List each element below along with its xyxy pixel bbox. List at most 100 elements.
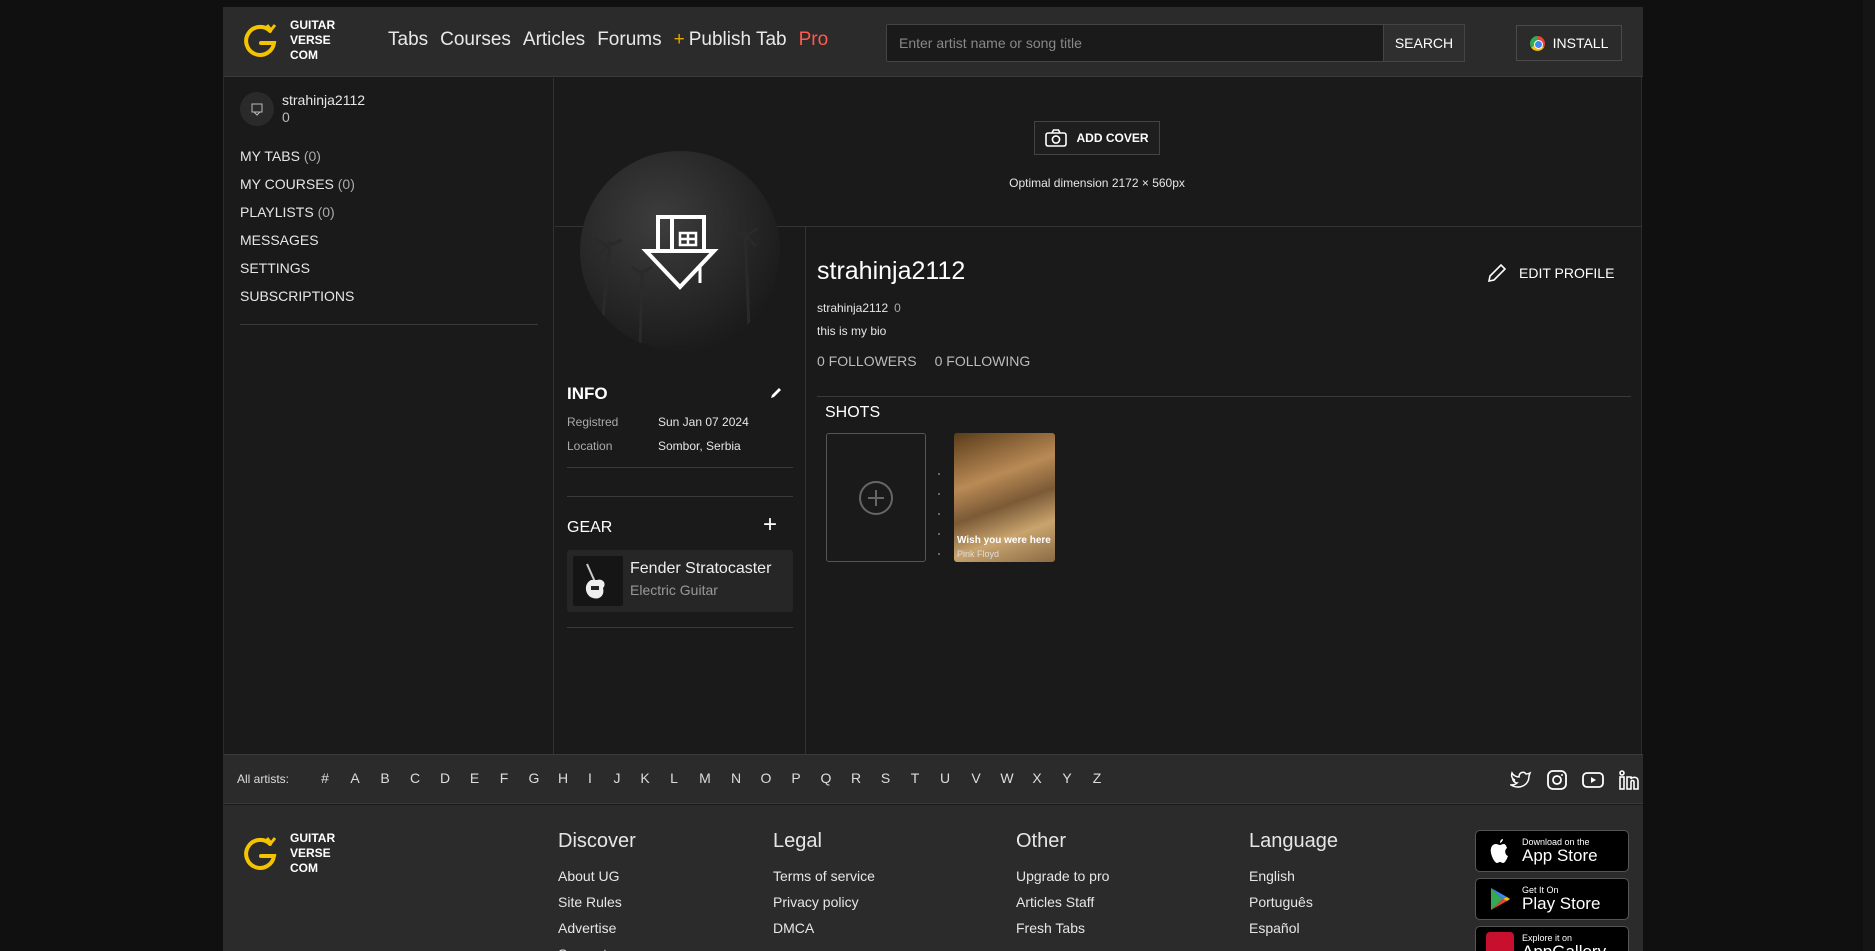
profile-avatar[interactable]: [580, 151, 780, 351]
language-option[interactable]: English: [1249, 863, 1338, 889]
nav-publish-tab[interactable]: + Publish Tab: [674, 29, 787, 51]
artist-letter-link[interactable]: X: [1022, 770, 1052, 786]
main-nav: Tabs Courses Articles Forums + Publish Ta…: [388, 29, 840, 51]
artist-letter-link[interactable]: W: [992, 770, 1022, 786]
artist-letter-link[interactable]: Q: [811, 770, 841, 786]
shot-thumbnail[interactable]: Wish you were here Pink Floyd: [954, 433, 1055, 562]
footer-link[interactable]: About UG: [558, 863, 636, 889]
nav-tabs[interactable]: Tabs: [388, 29, 428, 51]
artist-letter-link[interactable]: Y: [1052, 770, 1082, 786]
appgallery-badge[interactable]: Explore it on AppGallery: [1475, 926, 1629, 951]
footer-link[interactable]: Support: [558, 941, 636, 951]
instagram-icon[interactable]: [1545, 768, 1569, 792]
sidebar-item-subscriptions[interactable]: SUBSCRIPTIONS: [240, 282, 355, 310]
artist-letter-link[interactable]: B: [370, 770, 400, 786]
profile-username: strahinja2112: [817, 301, 889, 315]
footer-link[interactable]: Fresh Tabs: [1016, 915, 1109, 941]
add-cover-button[interactable]: ADD COVER: [1034, 121, 1160, 155]
nav-forums[interactable]: Forums: [597, 29, 661, 51]
page-scrollbar[interactable]: [1863, 0, 1875, 951]
edit-profile-button[interactable]: EDIT PROFILE: [1485, 261, 1614, 285]
divider: [567, 467, 793, 468]
gear-item-type: Electric Guitar: [630, 582, 718, 598]
info-title: INFO: [567, 384, 608, 403]
following-link[interactable]: 0 FOLLOWING: [935, 353, 1031, 369]
search-input[interactable]: [887, 25, 1387, 61]
artist-letter-link[interactable]: N: [721, 770, 751, 786]
footer-heading: Language: [1249, 830, 1338, 852]
footer-link[interactable]: Terms of service: [773, 863, 875, 889]
shot-caption: Wish you were here: [957, 535, 1051, 546]
site-logo[interactable]: GUITAR VERSE COM: [240, 18, 335, 63]
footer-link[interactable]: Privacy policy: [773, 889, 875, 915]
info-location-value: Sombor, Serbia: [658, 439, 741, 453]
artist-letter-link[interactable]: R: [841, 770, 871, 786]
artist-letter-link[interactable]: M: [689, 770, 721, 786]
sidebar-item-my-courses[interactable]: MY COURSES (0): [240, 170, 355, 198]
followers-link[interactable]: 0 FOLLOWERS: [817, 353, 917, 369]
apple-icon: [1486, 838, 1514, 864]
language-option[interactable]: Português: [1249, 889, 1338, 915]
play-store-badge[interactable]: Get It On Play Store: [1475, 878, 1629, 920]
sidebar-user[interactable]: strahinja2112 0: [240, 92, 365, 126]
twitter-icon[interactable]: [1509, 768, 1533, 792]
artist-letter-link[interactable]: Z: [1082, 770, 1112, 786]
artist-letter-link[interactable]: H: [549, 770, 577, 786]
artist-letter-link[interactable]: G: [519, 770, 549, 786]
artist-letter-link[interactable]: #: [310, 770, 340, 786]
youtube-icon[interactable]: [1581, 768, 1605, 792]
search-button[interactable]: SEARCH: [1383, 24, 1465, 62]
artist-letter-link[interactable]: S: [871, 770, 900, 786]
footer-link[interactable]: DMCA: [773, 915, 875, 941]
linkedin-icon[interactable]: [1617, 768, 1641, 792]
guitar-thumbnail: [573, 556, 623, 606]
artist-letter-link[interactable]: E: [460, 770, 489, 786]
artist-letter-link[interactable]: U: [930, 770, 960, 786]
sidebar-item-messages[interactable]: MESSAGES: [240, 226, 355, 254]
sidebar-item-label: SETTINGS: [240, 260, 311, 276]
profile-name: strahinja2112: [817, 257, 966, 285]
footer-link[interactable]: Articles Staff: [1016, 889, 1109, 915]
nav-courses[interactable]: Courses: [440, 29, 511, 51]
sidebar-menu: MY TABS (0) MY COURSES (0) PLAYLISTS (0)…: [240, 142, 355, 310]
shot-artist: Pink Floyd: [957, 549, 1000, 559]
cover-dimension-hint: Optimal dimension 2172 × 560px: [1009, 176, 1185, 190]
artist-letter-link[interactable]: C: [400, 770, 430, 786]
social-links: [1497, 768, 1641, 792]
divider: [817, 396, 1631, 397]
nav-articles[interactable]: Articles: [523, 29, 585, 51]
install-button[interactable]: INSTALL: [1516, 25, 1622, 61]
sidebar-item-settings[interactable]: SETTINGS: [240, 254, 355, 282]
artist-letter-link[interactable]: O: [751, 770, 781, 786]
artists-bar: All artists: # A B C D E F G H I J K L M N O P Q R S T U V W X Y Z: [224, 754, 1643, 804]
artist-letter-link[interactable]: P: [781, 770, 811, 786]
footer-link[interactable]: Advertise: [558, 915, 636, 941]
nav-pro[interactable]: Pro: [799, 29, 829, 51]
pencil-icon: [1487, 263, 1507, 283]
artist-letter-link[interactable]: T: [900, 770, 930, 786]
artist-letter-link[interactable]: I: [577, 770, 603, 786]
footer: GUITAR VERSE COM Discover About UG Site …: [224, 805, 1643, 951]
footer-logo[interactable]: GUITAR VERSE COM: [240, 831, 335, 876]
divider: [567, 496, 793, 497]
sidebar-username: strahinja2112: [282, 92, 366, 108]
app-store-badge[interactable]: Download on the App Store: [1475, 830, 1629, 872]
sidebar-item-label: PLAYLISTS: [240, 204, 314, 220]
add-gear-button[interactable]: +: [763, 513, 777, 537]
artist-letter-link[interactable]: L: [659, 770, 689, 786]
artist-letter-link[interactable]: K: [631, 770, 659, 786]
footer-link[interactable]: Upgrade to pro: [1016, 863, 1109, 889]
logo-text: GUITAR VERSE COM: [290, 831, 336, 875]
footer-link[interactable]: Site Rules: [558, 889, 636, 915]
artist-letter-link[interactable]: J: [603, 770, 631, 786]
language-option[interactable]: Español: [1249, 915, 1338, 941]
artist-letter-link[interactable]: F: [489, 770, 519, 786]
artist-letter-link[interactable]: D: [430, 770, 460, 786]
sidebar-item-playlists[interactable]: PLAYLISTS (0): [240, 198, 355, 226]
artist-letter-link[interactable]: V: [960, 770, 992, 786]
gear-item[interactable]: Fender Stratocaster Electric Guitar: [567, 550, 793, 612]
sidebar-item-my-tabs[interactable]: MY TABS (0): [240, 142, 355, 170]
artist-letter-link[interactable]: A: [340, 770, 370, 786]
add-shot-button[interactable]: [826, 433, 926, 562]
pencil-icon[interactable]: [769, 386, 783, 400]
